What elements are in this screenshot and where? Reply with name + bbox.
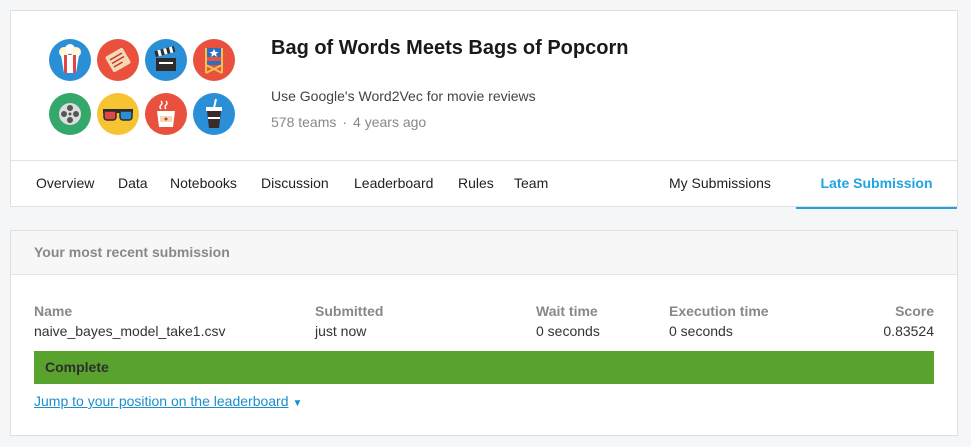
- jump-link-text: Jump to your position on the leaderboard: [34, 393, 289, 409]
- status-text: Complete: [45, 359, 109, 375]
- score-label: Score: [895, 303, 934, 319]
- score-value: 0.83524: [883, 323, 934, 339]
- wait-time-value: 0 seconds: [536, 323, 600, 339]
- wait-time-column: Wait time 0 seconds: [536, 303, 600, 339]
- competition-header: Bag of Words Meets Bags of Popcorn Use G…: [10, 10, 958, 209]
- tab-notebooks[interactable]: Notebooks: [170, 161, 237, 207]
- name-label: Name: [34, 303, 73, 319]
- tab-data[interactable]: Data: [118, 161, 148, 207]
- jump-to-leaderboard-link[interactable]: Jump to your position on the leaderboard…: [34, 393, 302, 409]
- ticket-icon: [97, 39, 139, 81]
- recent-submission-card: Your most recent submission Name naive_b…: [10, 230, 958, 436]
- competition-tabs: Overview Data Notebooks Discussion Leade…: [11, 160, 957, 209]
- clapperboard-icon: [145, 39, 187, 81]
- tab-team[interactable]: Team: [514, 161, 548, 207]
- execution-time-column: Execution time 0 seconds: [669, 303, 769, 339]
- tab-overview[interactable]: Overview: [36, 161, 94, 207]
- submission-name-column: Name naive_bayes_model_take1.csv: [34, 303, 225, 339]
- film-reel-icon: [49, 93, 91, 135]
- tab-discussion[interactable]: Discussion: [261, 161, 329, 207]
- tab-my-submissions[interactable]: My Submissions: [669, 161, 771, 207]
- recent-submission-heading: Your most recent submission: [11, 231, 957, 275]
- competition-meta: 578 teams · 4 years ago: [271, 114, 426, 130]
- competition-age: 4 years ago: [353, 114, 427, 130]
- score-column: Score 0.83524: [883, 303, 934, 339]
- coffee-cup-icon: [145, 93, 187, 135]
- meta-separator: ·: [342, 114, 348, 130]
- tab-late-submission[interactable]: Late Submission: [796, 161, 957, 209]
- 3d-glasses-icon: [97, 93, 139, 135]
- execution-time-label: Execution time: [669, 303, 769, 319]
- status-bar: Complete: [34, 351, 934, 384]
- popcorn-icon: [49, 39, 91, 81]
- team-count: 578 teams: [271, 114, 337, 130]
- execution-time-value: 0 seconds: [669, 323, 733, 339]
- submitted-value: just now: [315, 323, 367, 339]
- competition-title: Bag of Words Meets Bags of Popcorn: [271, 37, 629, 59]
- wait-time-label: Wait time: [536, 303, 598, 319]
- submission-file-name: naive_bayes_model_take1.csv: [34, 323, 226, 339]
- tab-leaderboard[interactable]: Leaderboard: [354, 161, 433, 207]
- caret-down-icon: ▼: [292, 398, 303, 409]
- directors-chair-icon: [193, 39, 235, 81]
- submitted-label: Submitted: [315, 303, 384, 319]
- competition-subtitle: Use Google's Word2Vec for movie reviews: [271, 88, 536, 104]
- submitted-column: Submitted just now: [315, 303, 383, 339]
- competition-logo: [49, 39, 237, 135]
- soda-cup-icon: [193, 93, 235, 135]
- tab-rules[interactable]: Rules: [458, 161, 494, 207]
